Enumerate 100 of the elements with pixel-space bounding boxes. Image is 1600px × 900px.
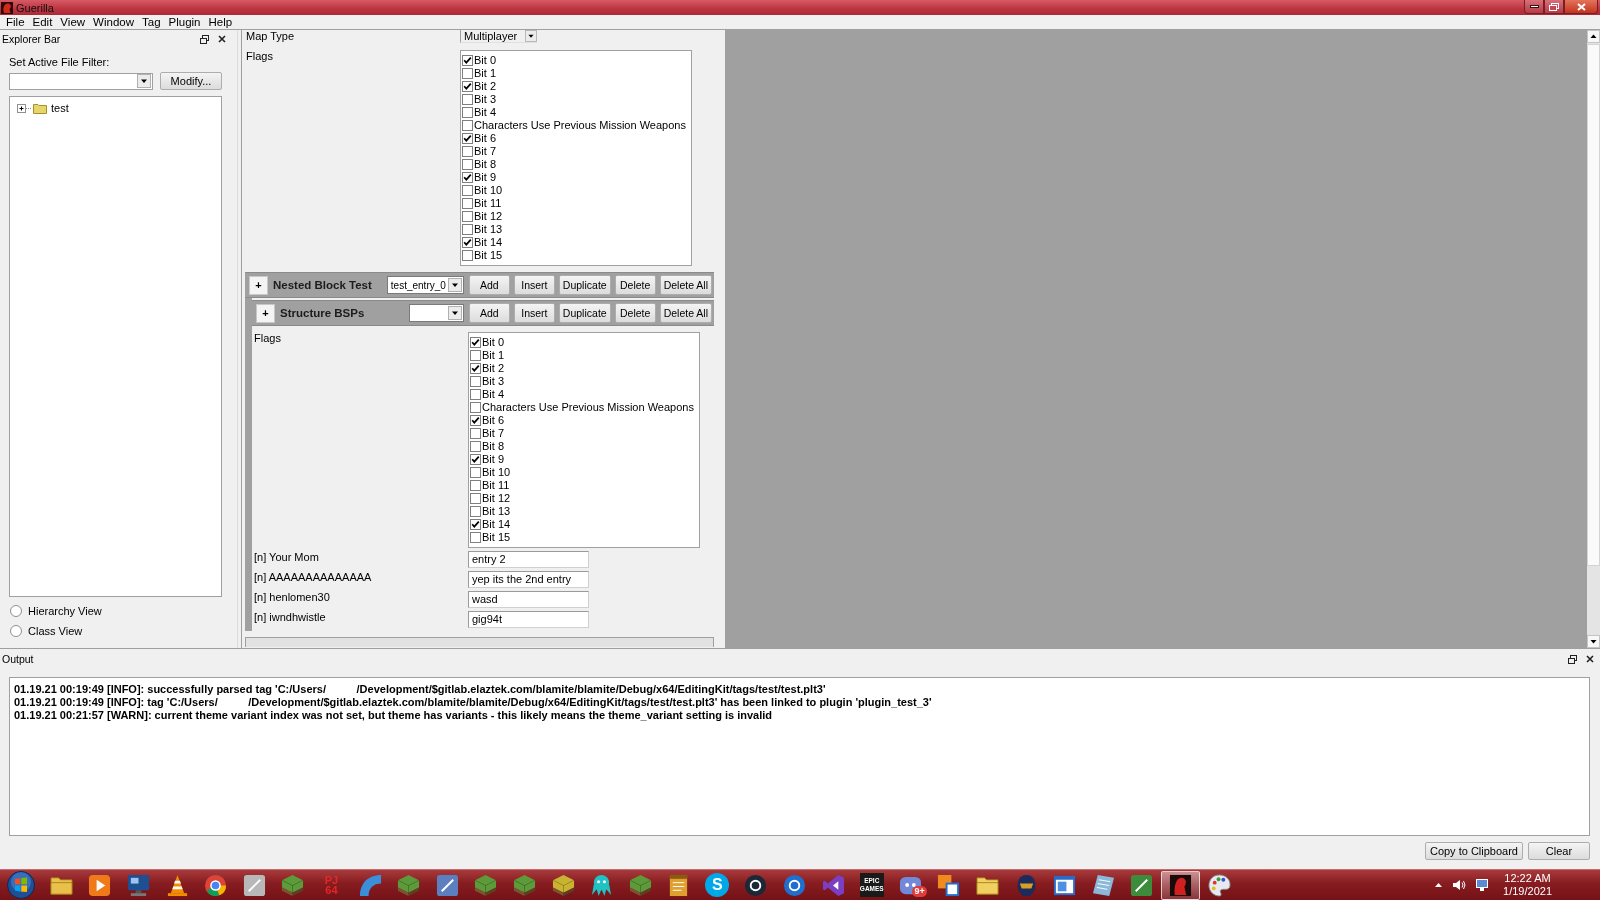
checkbox[interactable]	[470, 376, 481, 387]
checkbox-label: Bit 7	[474, 145, 496, 158]
checkbox-label: Bit 10	[482, 466, 511, 479]
checkbox[interactable]	[462, 94, 473, 105]
menu-item[interactable]: Tag	[138, 16, 165, 28]
menu-item[interactable]: Edit	[28, 16, 57, 28]
duplicate-button[interactable]: Duplicate	[558, 303, 611, 323]
radio-button[interactable]	[10, 625, 22, 637]
checkbox[interactable]	[462, 107, 473, 118]
close-icon[interactable]	[1586, 655, 1594, 663]
panel-title: Output	[2, 653, 34, 665]
checkbox[interactable]	[462, 250, 473, 261]
caret-down-icon[interactable]	[137, 74, 151, 88]
entry-dropdown[interactable]: test_entry_0	[386, 276, 464, 294]
checkbox-label: Bit 12	[474, 210, 503, 223]
close-icon	[1576, 2, 1586, 11]
checkbox[interactable]	[462, 224, 473, 235]
text-field[interactable]: gig94t	[468, 611, 589, 628]
insert-button[interactable]: Insert	[513, 303, 555, 323]
caret-down-icon[interactable]	[525, 30, 537, 42]
delete-all-button[interactable]: Delete All	[659, 275, 712, 295]
clock-time[interactable]: 12:22 AM	[1504, 872, 1551, 885]
checkbox[interactable]	[462, 68, 473, 79]
checkbox[interactable]	[470, 532, 481, 543]
checkbox[interactable]	[462, 55, 473, 66]
close-icon[interactable]	[218, 35, 226, 43]
scrollbar-thumb[interactable]	[1587, 44, 1600, 566]
caret-down-icon[interactable]	[447, 278, 462, 292]
checkbox-label: Bit 11	[482, 479, 510, 492]
checkbox[interactable]	[470, 415, 481, 426]
close-button[interactable]	[1564, 0, 1598, 14]
map-type-dropdown[interactable]: Multiplayer	[460, 30, 537, 43]
window-title: Guerilla	[16, 1, 54, 14]
checkbox-label: Bit 8	[482, 440, 504, 453]
checkbox[interactable]	[470, 454, 481, 465]
checkbox[interactable]	[462, 172, 473, 183]
overlapping-windows-icon[interactable]	[1568, 654, 1577, 664]
tree-item[interactable]: test	[51, 102, 69, 114]
overlapping-windows-icon[interactable]	[200, 34, 209, 44]
checkbox-label: Bit 9	[474, 171, 496, 184]
radio-button[interactable]	[10, 605, 22, 617]
log-line: 01.19.21 00:21:57 [WARN]: current theme variant index was not set, but theme has variants - this likely means the theme_variant setting is invalid	[14, 709, 773, 722]
monitor-icon[interactable]	[1476, 879, 1491, 891]
restore-button[interactable]	[1544, 0, 1564, 14]
taskbar-button[interactable]	[1161, 870, 1200, 900]
delete-all-button[interactable]: Delete All	[659, 303, 712, 323]
caret-up-icon[interactable]	[1435, 883, 1443, 887]
speaker-icon[interactable]	[1452, 879, 1467, 891]
menu-item[interactable]: Window	[89, 16, 138, 28]
checkbox[interactable]	[470, 402, 481, 413]
field-label: [n] henlomen30	[254, 591, 330, 603]
checkbox[interactable]	[470, 506, 481, 517]
expand-button[interactable]: +	[249, 275, 268, 295]
checkbox-label: Characters Use Previous Mission Weapons	[474, 119, 686, 132]
checkbox[interactable]	[470, 389, 481, 400]
checkbox-label: Bit 15	[482, 531, 511, 544]
add-button[interactable]: Add	[468, 275, 510, 295]
checkbox[interactable]	[470, 467, 481, 478]
modify-button[interactable]: Modify...	[160, 72, 222, 90]
checkbox[interactable]	[470, 441, 481, 452]
menu-item[interactable]: File	[2, 16, 29, 28]
checkbox[interactable]	[462, 159, 473, 170]
caret-down-icon[interactable]	[447, 306, 462, 320]
checkbox[interactable]	[462, 211, 473, 222]
menu-item[interactable]: Help	[204, 16, 237, 28]
text-field[interactable]: entry 2	[468, 551, 589, 568]
checkbox[interactable]	[470, 493, 481, 504]
delete-button[interactable]: Delete	[614, 275, 656, 295]
checkbox[interactable]	[470, 428, 481, 439]
checkbox-label: Bit 15	[474, 249, 503, 262]
checkbox[interactable]	[462, 120, 473, 131]
checkbox[interactable]	[462, 185, 473, 196]
taskbar-button[interactable]: 9+	[891, 870, 930, 900]
checkbox[interactable]	[462, 146, 473, 157]
clock-date[interactable]: 1/19/2021	[1503, 885, 1552, 898]
checkbox[interactable]	[470, 350, 481, 361]
menu-item[interactable]: View	[56, 16, 90, 28]
checkbox[interactable]	[470, 519, 481, 530]
checkbox[interactable]	[470, 480, 481, 491]
text-field[interactable]: yep its the 2nd entry	[468, 571, 589, 588]
checkbox[interactable]	[462, 81, 473, 92]
add-button[interactable]: Add	[468, 303, 510, 323]
vertical-scrollbar[interactable]	[1587, 30, 1600, 648]
clear-button[interactable]: Clear	[1528, 842, 1590, 860]
expand-button[interactable]: +	[256, 303, 275, 323]
insert-button[interactable]: Insert	[513, 275, 555, 295]
checkbox[interactable]	[462, 237, 473, 248]
minimize-button[interactable]	[1524, 0, 1544, 14]
menu-item[interactable]: Plugin	[164, 16, 205, 28]
checkbox[interactable]	[462, 198, 473, 209]
delete-button[interactable]: Delete	[614, 303, 656, 323]
entry-dropdown[interactable]	[408, 304, 464, 322]
expander-icon[interactable]	[17, 103, 31, 113]
checkbox[interactable]	[470, 363, 481, 374]
checkbox[interactable]	[470, 337, 481, 348]
copy-button[interactable]: Copy to Clipboard	[1424, 842, 1523, 860]
checkbox[interactable]	[462, 133, 473, 144]
text-field[interactable]: wasd	[468, 591, 589, 608]
duplicate-button[interactable]: Duplicate	[558, 275, 611, 295]
checkbox-label: Bit 14	[482, 518, 511, 531]
